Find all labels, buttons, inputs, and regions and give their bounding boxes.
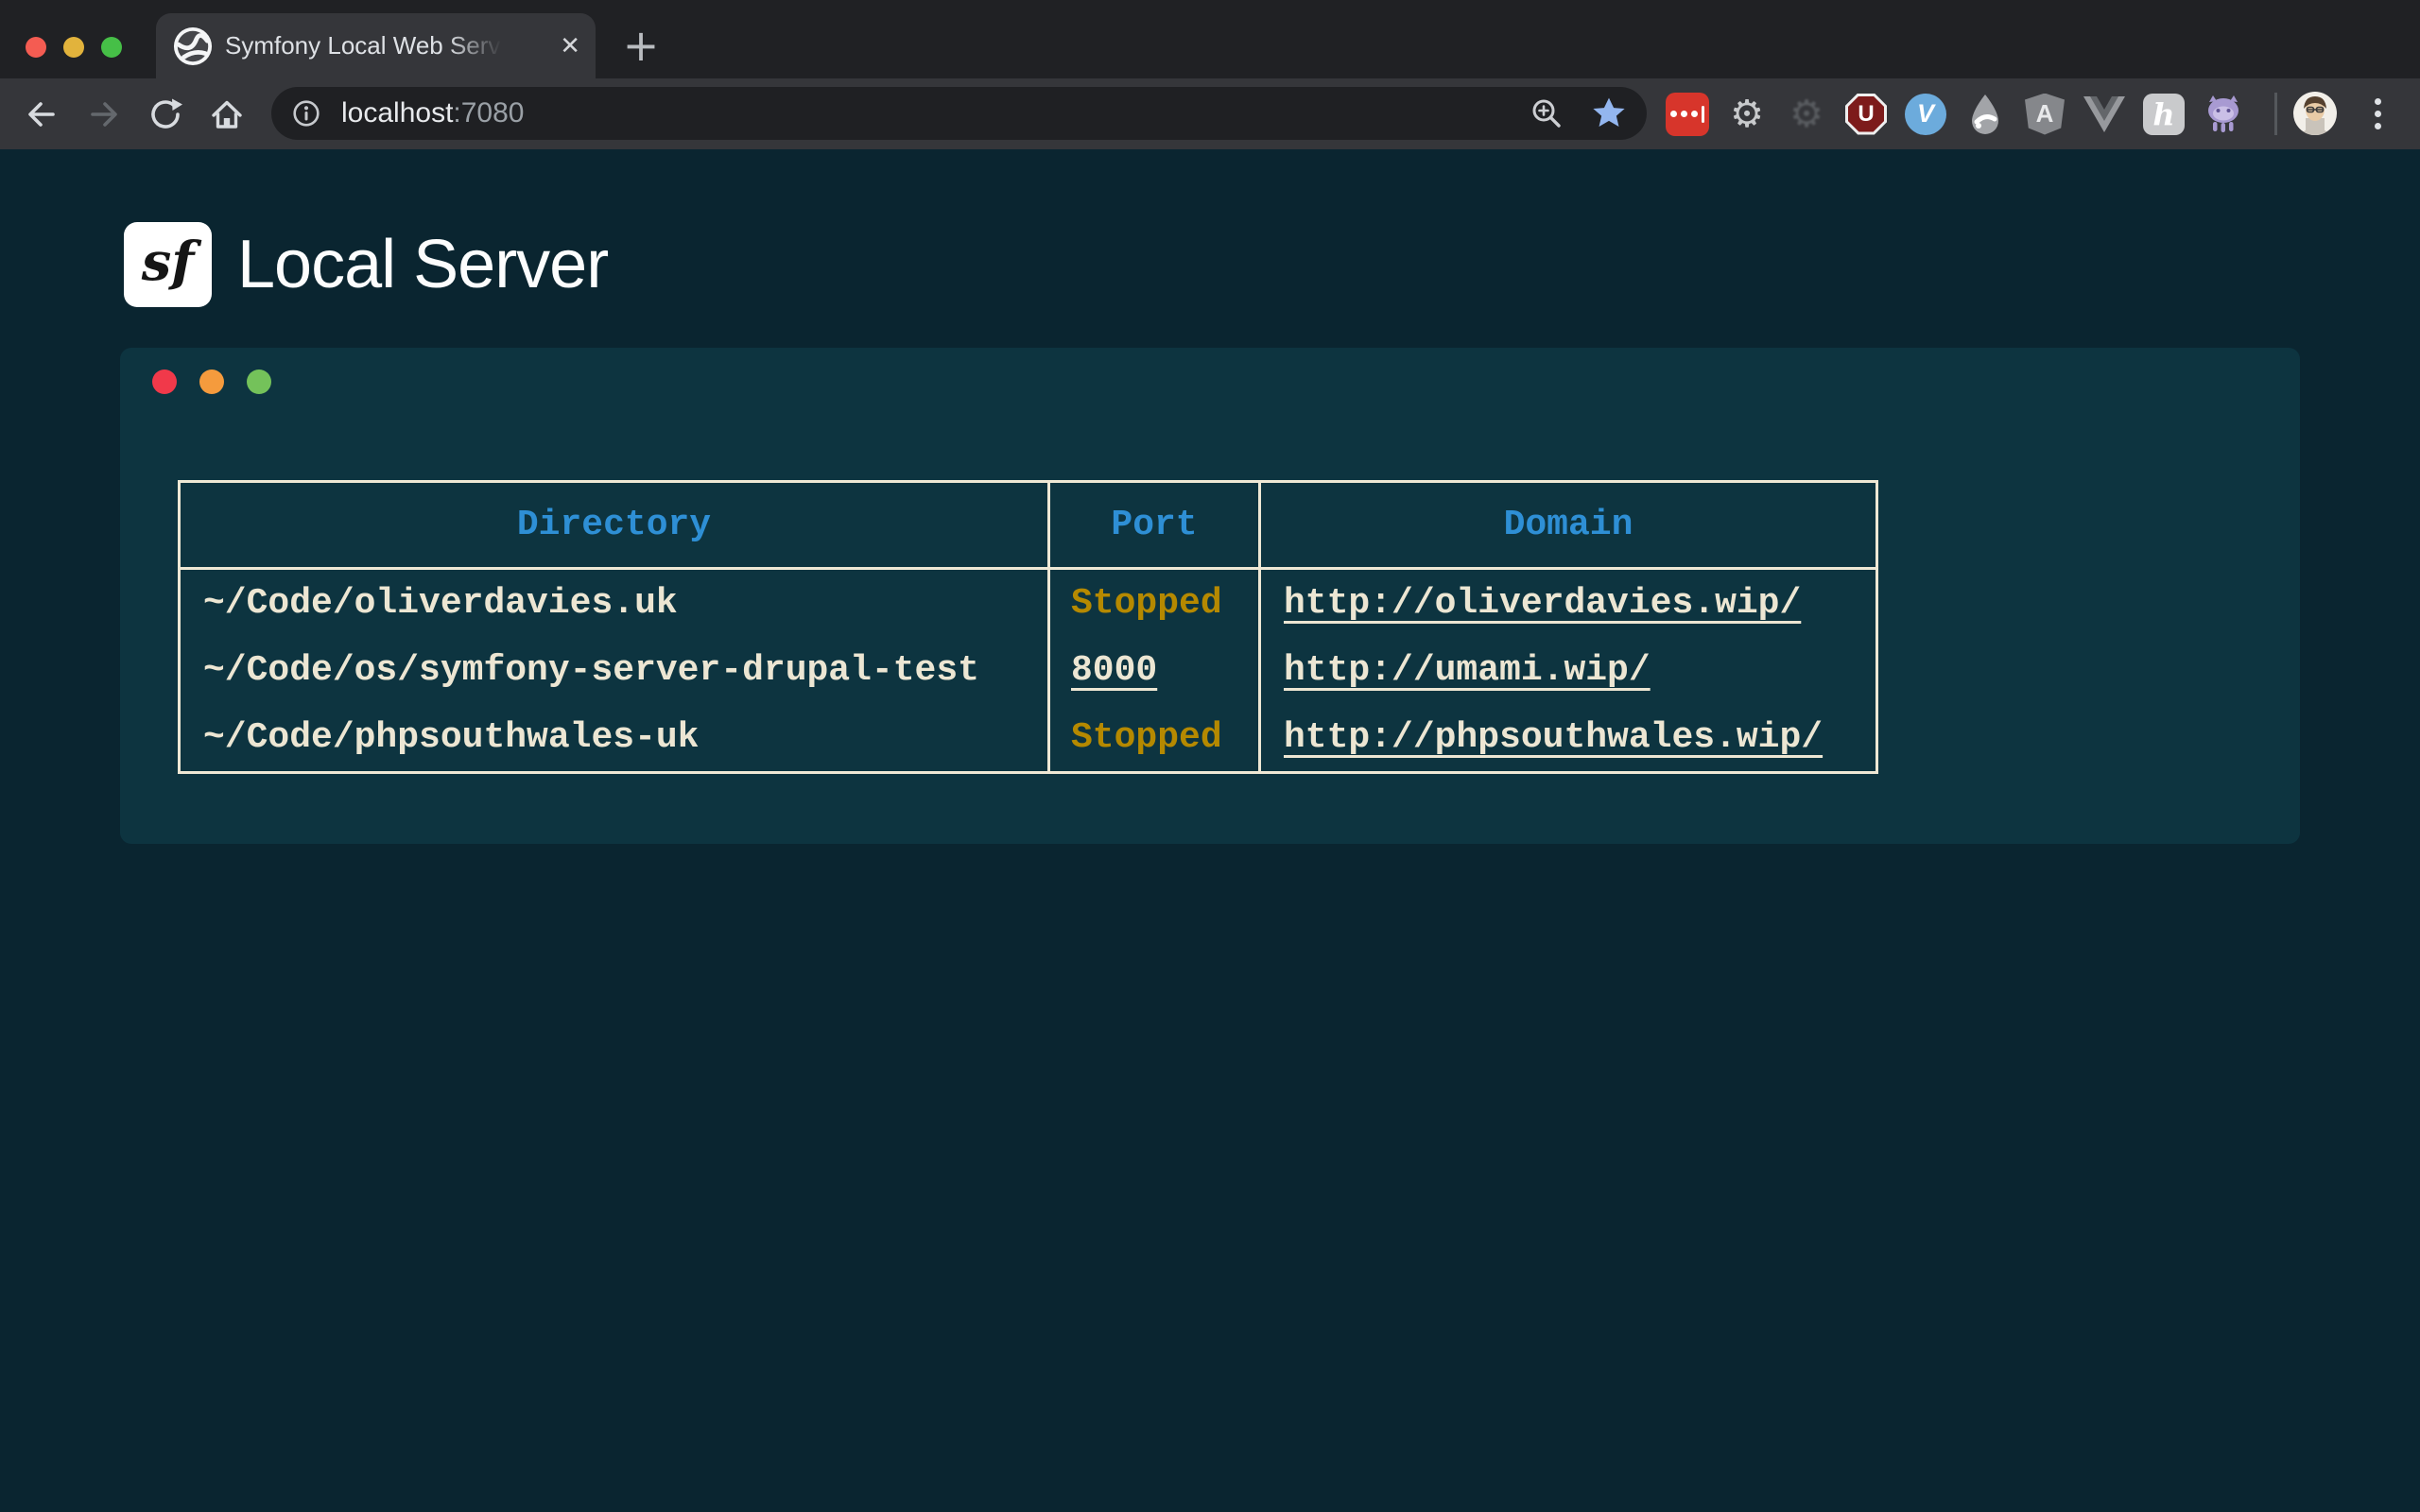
port-cell: 8000 bbox=[1049, 637, 1260, 705]
vue-devtools-icon[interactable] bbox=[2083, 93, 2126, 136]
domain-link[interactable]: http://oliverdavies.wip/ bbox=[1284, 583, 1801, 624]
tab-close-icon[interactable]: ✕ bbox=[560, 13, 580, 78]
browser-menu-icon[interactable] bbox=[2363, 78, 2392, 149]
url-text: localhost:7080 bbox=[341, 97, 524, 129]
domain-link[interactable]: http://umami.wip/ bbox=[1284, 650, 1651, 691]
port-value[interactable]: 8000 bbox=[1071, 650, 1157, 691]
browser-toolbar: localhost:7080 ⚙ ⚙ U V bbox=[0, 78, 2420, 149]
globe-favicon-icon bbox=[173, 26, 213, 66]
lastpass-icon[interactable] bbox=[1666, 93, 1709, 136]
card-red-dot bbox=[152, 369, 177, 394]
url-port: :7080 bbox=[453, 97, 524, 129]
server-row: ~/Code/oliverdavies.uk Stopped http://ol… bbox=[180, 569, 1877, 637]
domain-link[interactable]: http://phpsouthwales.wip/ bbox=[1284, 717, 1823, 758]
extensions-row: ⚙ ⚙ U V A h bbox=[1666, 78, 2245, 149]
directory-cell: ~/Code/phpsouthwales-uk bbox=[180, 705, 1049, 773]
drupal-icon[interactable] bbox=[1963, 93, 2007, 136]
domain-cell: http://phpsouthwales.wip/ bbox=[1260, 705, 1877, 773]
port-value: Stopped bbox=[1071, 583, 1222, 624]
servers-table: Directory Port Domain ~/Code/oliverdavie… bbox=[178, 480, 1878, 774]
browser-tab[interactable]: Symfony Local Web Server: Prox ✕ bbox=[156, 13, 596, 78]
brand-header: sf Local Server bbox=[124, 222, 608, 307]
port-header: Port bbox=[1049, 482, 1260, 569]
ublock-origin-icon[interactable]: U bbox=[1844, 93, 1888, 136]
gear-disabled-icon[interactable]: ⚙ bbox=[1785, 93, 1828, 136]
window-zoom-button[interactable] bbox=[101, 37, 122, 58]
table-header-row: Directory Port Domain bbox=[180, 482, 1877, 569]
gear-icon[interactable]: ⚙ bbox=[1725, 93, 1769, 136]
window-close-button[interactable] bbox=[26, 37, 46, 58]
bookmark-star-icon[interactable] bbox=[1592, 96, 1626, 130]
window-minimize-button[interactable] bbox=[63, 37, 84, 58]
domain-cell: http://oliverdavies.wip/ bbox=[1260, 569, 1877, 637]
directory-cell: ~/Code/oliverdavies.uk bbox=[180, 569, 1049, 637]
honey-h-icon[interactable]: h bbox=[2142, 93, 2186, 136]
octocat-icon[interactable] bbox=[2202, 93, 2245, 136]
tab-bar: Symfony Local Web Server: Prox ✕ + bbox=[0, 0, 2420, 78]
page-title: Local Server bbox=[237, 226, 608, 303]
card-green-dot bbox=[247, 369, 271, 394]
profile-avatar[interactable] bbox=[2293, 92, 2337, 135]
zoom-indicator-icon[interactable] bbox=[1530, 96, 1564, 130]
browser-window: Symfony Local Web Server: Prox ✕ + bbox=[0, 0, 2420, 1512]
terminal-card: Directory Port Domain ~/Code/oliverdavie… bbox=[120, 348, 2300, 844]
vimium-icon[interactable]: V bbox=[1904, 93, 1947, 136]
forward-icon[interactable] bbox=[87, 97, 121, 131]
domain-cell: http://umami.wip/ bbox=[1260, 637, 1877, 705]
url-host: localhost bbox=[341, 97, 453, 129]
window-controls bbox=[26, 37, 122, 58]
port-value: Stopped bbox=[1071, 717, 1222, 758]
port-cell: Stopped bbox=[1049, 705, 1260, 773]
server-row: ~/Code/phpsouthwales-uk Stopped http://p… bbox=[180, 705, 1877, 773]
server-row: ~/Code/os/symfony-server-drupal-test 800… bbox=[180, 637, 1877, 705]
site-info-icon[interactable] bbox=[292, 99, 320, 128]
table-body: ~/Code/oliverdavies.uk Stopped http://ol… bbox=[180, 569, 1877, 773]
new-tab-button[interactable]: + bbox=[620, 25, 662, 66]
page-content: sf Local Server Directory Port Domain bbox=[0, 149, 2420, 1512]
reload-icon[interactable] bbox=[148, 97, 182, 131]
card-orange-dot bbox=[199, 369, 224, 394]
angular-shield-icon[interactable]: A bbox=[2023, 93, 2066, 136]
symfony-sf-glyph: sf bbox=[142, 235, 195, 288]
address-bar[interactable]: localhost:7080 bbox=[271, 87, 1647, 140]
home-icon[interactable] bbox=[210, 97, 244, 131]
symfony-logo: sf bbox=[124, 222, 212, 307]
card-window-dots bbox=[152, 369, 271, 394]
tab-title: Symfony Local Web Server: Prox bbox=[225, 31, 510, 60]
back-icon[interactable] bbox=[25, 97, 59, 131]
toolbar-separator bbox=[2274, 93, 2277, 135]
port-cell: Stopped bbox=[1049, 569, 1260, 637]
domain-header: Domain bbox=[1260, 482, 1877, 569]
directory-header: Directory bbox=[180, 482, 1049, 569]
directory-cell: ~/Code/os/symfony-server-drupal-test bbox=[180, 637, 1049, 705]
